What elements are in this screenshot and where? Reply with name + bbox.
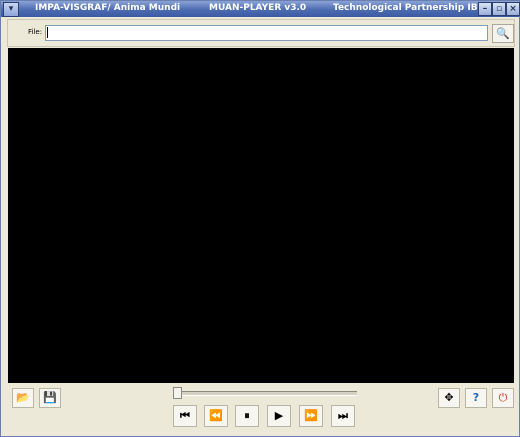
seek-slider-track (173, 391, 357, 396)
file-input[interactable] (45, 25, 488, 41)
video-display (8, 48, 514, 383)
text-caret (47, 27, 48, 38)
file-label: File: (28, 28, 43, 36)
pause-button[interactable]: ⏸ (235, 405, 259, 427)
folder-open-icon: 📂 (16, 391, 30, 404)
chevron-down-icon: ▾ (8, 4, 14, 14)
title-bar: ▾ IMPA-VISGRAF/ Anima Mundi MUAN-PLAYER … (1, 1, 520, 17)
window-menu-button[interactable]: ▾ (3, 2, 19, 17)
minimize-button[interactable]: – (478, 2, 492, 16)
play-button[interactable]: ▶ (267, 405, 291, 427)
app-window: ▾ IMPA-VISGRAF/ Anima Mundi MUAN-PLAYER … (0, 0, 520, 437)
power-icon: ⏻ (498, 391, 508, 404)
maximize-button[interactable]: ▫ (492, 2, 506, 16)
step-back-button[interactable]: ⏪ (204, 405, 228, 427)
exit-button[interactable]: ⏻ (492, 388, 514, 408)
skip-end-icon: ⏭ (338, 409, 348, 422)
seek-slider[interactable] (173, 387, 357, 399)
pause-icon: ⏸ (244, 409, 250, 422)
fullscreen-button[interactable]: ✥ (438, 388, 460, 408)
skip-start-icon: ⏮ (180, 409, 190, 422)
step-forward-icon: ⏩ (304, 409, 318, 422)
skip-to-start-button[interactable]: ⏮ (173, 405, 197, 427)
save-button[interactable]: 💾 (39, 388, 61, 408)
play-icon: ▶ (274, 409, 284, 422)
title-right: Technological Partnership IBM (333, 3, 487, 13)
browse-button[interactable]: 🔍 (492, 24, 514, 43)
fullscreen-icon: ✥ (444, 391, 454, 404)
seek-slider-thumb[interactable] (173, 387, 182, 399)
title-left: IMPA-VISGRAF/ Anima Mundi (35, 3, 181, 13)
save-icon: 💾 (43, 391, 57, 404)
skip-to-end-button[interactable]: ⏭ (331, 405, 355, 427)
step-forward-button[interactable]: ⏩ (299, 405, 323, 427)
maximize-icon: ▫ (495, 4, 503, 14)
close-icon: × (509, 4, 517, 14)
step-back-icon: ⏪ (209, 409, 223, 422)
open-button[interactable]: 📂 (12, 388, 34, 408)
minimize-icon: – (482, 4, 488, 14)
close-button[interactable]: × (506, 2, 520, 16)
title-center: MUAN-PLAYER v3.0 (209, 3, 307, 13)
browse-icon: 🔍 (496, 27, 510, 40)
help-icon: ? (472, 391, 480, 404)
file-row: File: 🔍 (7, 19, 515, 47)
help-button[interactable]: ? (465, 388, 487, 408)
